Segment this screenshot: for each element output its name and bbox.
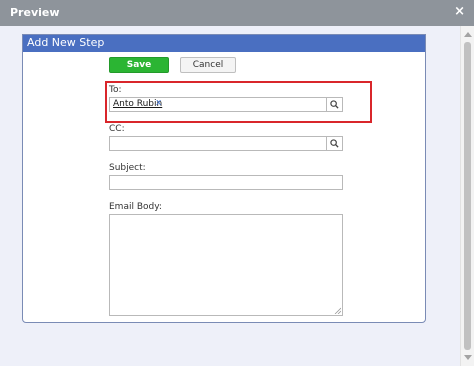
scrollbar-thumb[interactable] (464, 42, 471, 350)
to-field[interactable]: Anto Rubin x (109, 97, 343, 112)
panel-title: Add New Step (27, 36, 105, 49)
resize-grip-icon[interactable] (334, 307, 341, 314)
cancel-button[interactable]: Cancel (180, 57, 236, 73)
dialog-titlebar: Preview × (0, 0, 474, 26)
dialog-title: Preview (10, 6, 60, 19)
remove-recipient-button[interactable]: x (156, 98, 161, 108)
recipient-token: Anto Rubin (113, 99, 163, 109)
vertical-scrollbar[interactable] (460, 26, 474, 366)
close-icon[interactable]: × (454, 4, 465, 20)
add-step-panel: Add New Step Save Cancel To: Anto Rubin … (22, 34, 426, 323)
scroll-down-arrow-icon[interactable] (464, 355, 472, 360)
scroll-up-arrow-icon[interactable] (464, 32, 472, 37)
email-body-label: Email Body: (109, 202, 162, 212)
panel-header: Add New Step (23, 35, 425, 52)
search-icon (330, 139, 339, 148)
search-icon (330, 100, 339, 109)
email-body-textarea[interactable] (109, 214, 343, 316)
save-button[interactable]: Save (109, 57, 169, 73)
to-search-button[interactable] (326, 98, 342, 111)
cc-search-button[interactable] (326, 137, 342, 150)
to-label: To: (109, 85, 122, 95)
subject-field[interactable] (109, 175, 343, 190)
subject-label: Subject: (109, 163, 146, 173)
cc-field[interactable] (109, 136, 343, 151)
cc-label: CC: (109, 124, 125, 134)
